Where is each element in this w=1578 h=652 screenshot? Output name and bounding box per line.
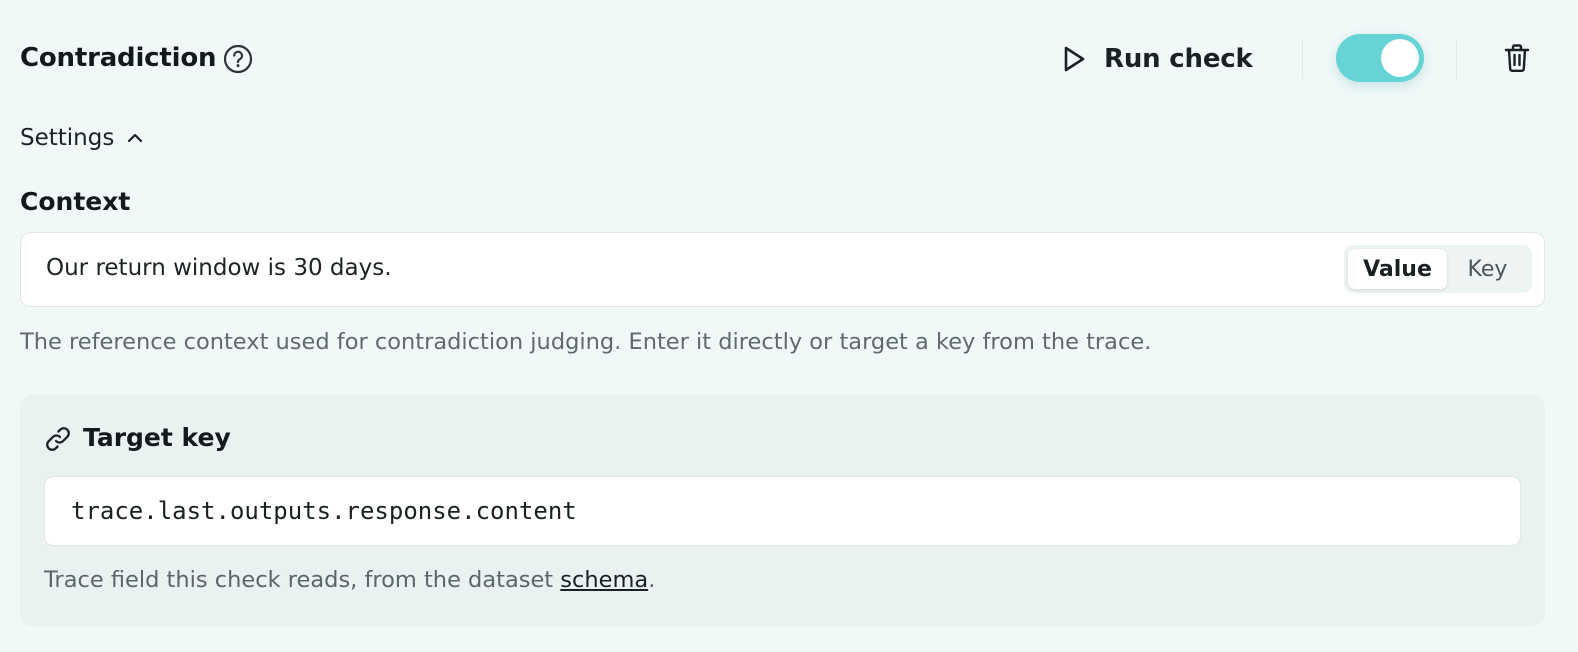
toggle-knob: [1381, 39, 1419, 77]
value-key-segmented-control: Value Key: [1344, 245, 1532, 293]
context-help-text: The reference context used for contradic…: [20, 329, 1152, 355]
target-help-suffix: .: [648, 567, 656, 593]
run-check-label: Run check: [1104, 44, 1253, 74]
trash-icon[interactable]: [1502, 42, 1532, 74]
context-field[interactable]: Our return window is 30 days. Value Key: [20, 232, 1545, 307]
play-icon: [1064, 46, 1085, 72]
chevron-up-icon: [128, 133, 143, 143]
context-label: Context: [20, 187, 131, 216]
header-divider: [1456, 39, 1457, 79]
settings-toggle[interactable]: Settings: [20, 120, 144, 156]
context-input[interactable]: Our return window is 30 days.: [46, 255, 392, 281]
target-help-prefix: Trace field this check reads, from the d…: [44, 567, 561, 593]
target-key-input[interactable]: [44, 476, 1521, 546]
question-circle-icon[interactable]: [222, 43, 254, 75]
schema-link[interactable]: schema: [560, 567, 648, 593]
settings-label: Settings: [20, 125, 115, 151]
check-header: Contradiction Run check: [20, 30, 1558, 88]
target-key-help-text: Trace field this check reads, from the d…: [44, 567, 655, 593]
segment-key[interactable]: Key: [1447, 249, 1528, 289]
segment-value[interactable]: Value: [1348, 249, 1447, 289]
contradiction-check-card: Contradiction Run check Settings Context…: [0, 0, 1578, 652]
target-key-panel: Target key Trace field this check reads,…: [20, 395, 1545, 626]
enable-toggle[interactable]: [1336, 34, 1424, 82]
run-check-button[interactable]: Run check: [1060, 38, 1253, 80]
header-divider: [1302, 39, 1303, 79]
target-key-title: Target key: [83, 423, 231, 452]
check-title: Contradiction: [20, 43, 217, 73]
link-icon: [46, 427, 70, 451]
